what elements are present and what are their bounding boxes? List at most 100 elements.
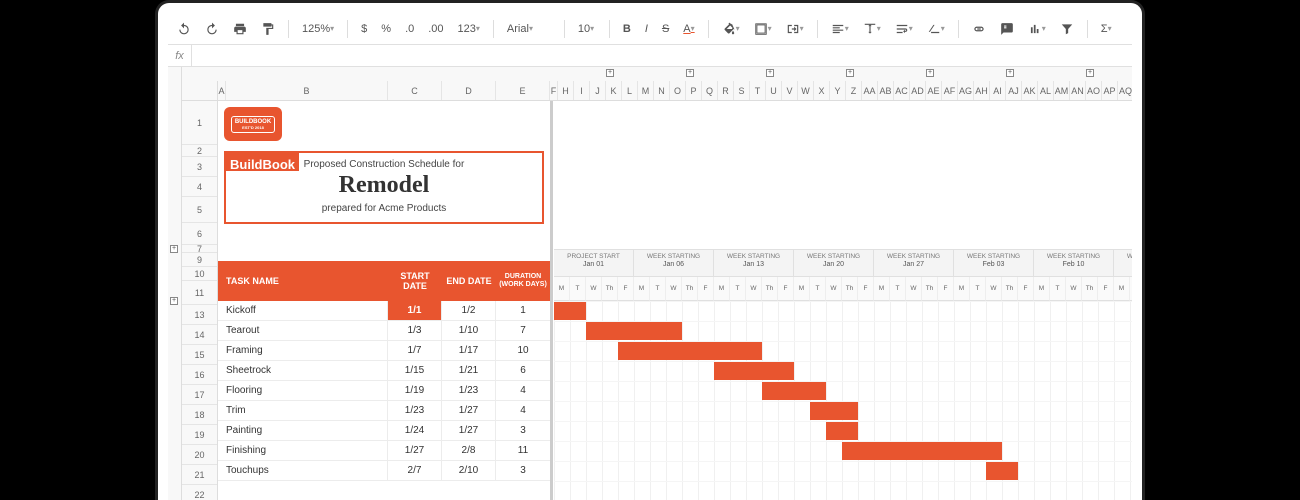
task-row[interactable]: Touchups2/72/103 — [218, 461, 550, 481]
task-row[interactable]: Flooring1/191/234 — [218, 381, 550, 401]
v-align-button[interactable] — [860, 20, 884, 38]
task-row[interactable]: Tearout1/31/107 — [218, 321, 550, 341]
col-header-AO[interactable]: AO — [1086, 81, 1102, 100]
col-header-AB[interactable]: AB — [878, 81, 894, 100]
col-header-AQ[interactable]: AQ — [1118, 81, 1132, 100]
task-row[interactable]: Finishing1/272/811 — [218, 441, 550, 461]
row-header-4[interactable]: 4 — [182, 177, 217, 197]
row-header-16[interactable]: 16 — [182, 365, 217, 385]
col-header-Q[interactable]: Q — [702, 81, 718, 100]
col-header-J[interactable]: J — [590, 81, 606, 100]
col-header-T[interactable]: T — [750, 81, 766, 100]
row-header-15[interactable]: 15 — [182, 345, 217, 365]
col-header-AF[interactable]: AF — [942, 81, 958, 100]
col-header-W[interactable]: W — [798, 81, 814, 100]
row-header-7[interactable]: 7 — [182, 245, 217, 253]
row-header-10[interactable]: 10 — [182, 267, 217, 281]
column-group-toggle[interactable]: + — [686, 69, 694, 77]
gantt-bar[interactable] — [986, 462, 1018, 480]
col-header-K[interactable]: K — [606, 81, 622, 100]
spreadsheet[interactable]: ABCDEFHIJKLMNOPQRSTUVWXYZAAABACADAEAFAGA… — [168, 67, 1132, 500]
gantt-bar[interactable] — [842, 442, 1002, 460]
filter-button[interactable] — [1057, 20, 1077, 38]
task-row[interactable]: Sheetrock1/151/216 — [218, 361, 550, 381]
borders-button[interactable] — [751, 20, 775, 38]
cells-area[interactable]: BUILDBOOK EST'D 2018 BuildBook Proposed … — [218, 101, 1132, 500]
col-header-F[interactable]: F — [550, 81, 558, 100]
row-header-20[interactable]: 20 — [182, 445, 217, 465]
col-header-AL[interactable]: AL — [1038, 81, 1054, 100]
strikethrough-button[interactable]: S — [659, 21, 672, 37]
row-header-17[interactable]: 17 — [182, 385, 217, 405]
col-header-AC[interactable]: AC — [894, 81, 910, 100]
h-align-button[interactable] — [828, 20, 852, 38]
column-group-toggle[interactable]: + — [766, 69, 774, 77]
col-header-X[interactable]: X — [814, 81, 830, 100]
task-row[interactable]: Painting1/241/273 — [218, 421, 550, 441]
merge-button[interactable] — [783, 20, 807, 38]
italic-button[interactable]: I — [642, 21, 651, 37]
wrap-button[interactable] — [892, 20, 916, 38]
number-format-dropdown[interactable]: 123 — [455, 21, 483, 37]
text-color-button[interactable]: A — [680, 21, 697, 37]
row-header-14[interactable]: 14 — [182, 325, 217, 345]
currency-button[interactable]: $ — [358, 21, 370, 37]
row-header-18[interactable]: 18 — [182, 405, 217, 425]
col-header-Y[interactable]: Y — [830, 81, 846, 100]
font-size-dropdown[interactable]: 10 — [575, 21, 599, 37]
col-header-N[interactable]: N — [654, 81, 670, 100]
percent-button[interactable]: % — [378, 21, 394, 37]
column-group-toggle[interactable]: + — [1086, 69, 1094, 77]
row-header-19[interactable]: 19 — [182, 425, 217, 445]
print-button[interactable] — [230, 20, 250, 38]
task-row[interactable]: Trim1/231/274 — [218, 401, 550, 421]
redo-button[interactable] — [202, 20, 222, 38]
column-group-toggle[interactable]: + — [1006, 69, 1014, 77]
undo-button[interactable] — [174, 20, 194, 38]
row-group-toggle[interactable]: + — [170, 245, 178, 253]
col-header-AP[interactable]: AP — [1102, 81, 1118, 100]
row-header-21[interactable]: 21 — [182, 465, 217, 485]
col-header-AG[interactable]: AG — [958, 81, 974, 100]
col-header-B[interactable]: B — [226, 81, 388, 100]
col-header-E[interactable]: E — [496, 81, 550, 100]
col-header-AI[interactable]: AI — [990, 81, 1006, 100]
col-header-AM[interactable]: AM — [1054, 81, 1070, 100]
row-header-11[interactable]: 11 — [182, 281, 217, 305]
col-header-M[interactable]: M — [638, 81, 654, 100]
col-header-R[interactable]: R — [718, 81, 734, 100]
row-header-13[interactable]: 13 — [182, 305, 217, 325]
task-row[interactable]: Kickoff1/11/21 — [218, 301, 550, 321]
row-header-1[interactable]: 1 — [182, 101, 217, 145]
select-all-corner[interactable] — [182, 81, 218, 101]
col-header-S[interactable]: S — [734, 81, 750, 100]
gantt-bar[interactable] — [586, 322, 682, 340]
column-group-toggle[interactable]: + — [846, 69, 854, 77]
col-header-A[interactable]: A — [218, 81, 226, 100]
bold-button[interactable]: B — [620, 21, 634, 37]
col-header-Z[interactable]: Z — [846, 81, 862, 100]
col-header-AN[interactable]: AN — [1070, 81, 1086, 100]
row-header-22[interactable]: 22 — [182, 485, 217, 500]
gantt-bar[interactable] — [554, 302, 586, 320]
row-header-5[interactable]: 5 — [182, 197, 217, 223]
col-header-O[interactable]: O — [670, 81, 686, 100]
column-group-toggle[interactable]: + — [926, 69, 934, 77]
gantt-bar[interactable] — [762, 382, 826, 400]
col-header-L[interactable]: L — [622, 81, 638, 100]
col-header-AK[interactable]: AK — [1022, 81, 1038, 100]
col-header-AD[interactable]: AD — [910, 81, 926, 100]
comment-button[interactable] — [997, 20, 1017, 38]
col-header-H[interactable]: H — [558, 81, 574, 100]
column-group-toggle[interactable]: + — [606, 69, 614, 77]
row-header-6[interactable]: 6 — [182, 223, 217, 245]
col-header-U[interactable]: U — [766, 81, 782, 100]
row-header-2[interactable]: 2 — [182, 145, 217, 157]
gantt-bar[interactable] — [810, 402, 858, 420]
col-header-I[interactable]: I — [574, 81, 590, 100]
col-header-C[interactable]: C — [388, 81, 442, 100]
rotate-button[interactable] — [924, 20, 948, 38]
col-header-AE[interactable]: AE — [926, 81, 942, 100]
row-group-toggle[interactable]: + — [170, 297, 178, 305]
formula-input[interactable] — [192, 45, 1132, 66]
